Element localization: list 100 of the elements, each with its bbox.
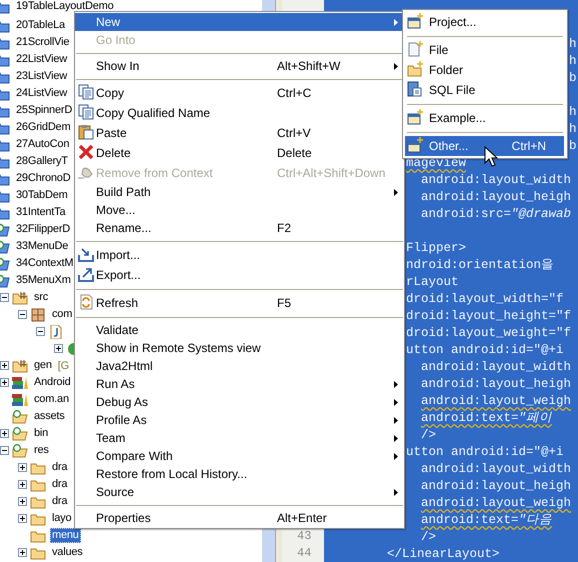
context-menu-item[interactable]: Refresh F5 — [75, 293, 404, 313]
submenu-item[interactable]: Folder — [405, 60, 564, 80]
tree-item[interactable]: 21ScrollVie — [14, 35, 72, 50]
tree-item[interactable]: values — [50, 545, 85, 560]
expand-toggle[interactable] — [18, 480, 27, 489]
folder-icon — [30, 512, 46, 526]
tree-item[interactable]: dra — [50, 477, 70, 492]
context-menu-item[interactable]: Copy Ctrl+C — [75, 83, 404, 103]
context-menu-item[interactable]: New — [75, 13, 404, 31]
context-menu-item[interactable]: Show in Remote Systems view — [75, 339, 404, 357]
tree-item[interactable]: 29ChronoD — [14, 171, 72, 186]
tree-item[interactable]: 28GalleryT — [14, 154, 70, 169]
context-menu-item[interactable]: Build Path — [75, 183, 404, 201]
tree-item[interactable]: 24ListView — [14, 86, 69, 101]
window-sparkle-icon — [407, 108, 423, 124]
submenu-arrow-icon — [394, 453, 398, 460]
submenu-item[interactable]: File — [405, 40, 564, 60]
tree-item-decoration: [G — [58, 360, 69, 372]
code-line: rLayout — [406, 274, 459, 291]
tree-item[interactable]: 33MenuDe — [14, 239, 70, 254]
context-menu-item[interactable]: Restore from Local History... — [75, 465, 404, 483]
code-line: /> — [421, 427, 436, 444]
context-menu-item[interactable]: Show In Alt+Shift+W — [75, 57, 404, 75]
tree-item[interactable]: dra — [50, 494, 70, 509]
submenu-item[interactable]: Other... Ctrl+N — [405, 136, 564, 156]
tree-item[interactable]: dra — [50, 460, 70, 475]
code-line: h — [569, 104, 577, 121]
tree-item[interactable]: 34ContextM — [14, 256, 76, 271]
tree-item[interactable]: 22ListView — [14, 52, 69, 67]
tree-item[interactable]: 31IntentTa — [14, 205, 68, 220]
submenu-arrow-icon — [394, 417, 398, 424]
expand-toggle[interactable] — [0, 429, 9, 438]
tree-item[interactable]: src — [32, 290, 50, 305]
context-menu-item[interactable]: Import... — [75, 245, 404, 265]
code-line: ndroid:orientation을 — [406, 257, 554, 274]
expand-toggle[interactable] — [18, 497, 27, 506]
tree-item[interactable]: 26GridDem — [14, 120, 72, 135]
collapse-toggle[interactable] — [0, 293, 9, 302]
submenu-item[interactable]: Project... — [405, 12, 564, 32]
tray-arrow-icon — [78, 266, 94, 282]
code-line: android:layout_heigh — [421, 189, 572, 206]
context-menu-item[interactable]: Export... — [75, 265, 404, 285]
submenu-arrow-icon — [394, 435, 398, 442]
tree-item[interactable]: 19TableLayoutDemo — [14, 0, 116, 12]
tree-item[interactable]: Android — [32, 375, 73, 390]
code-line: h — [569, 36, 577, 53]
collapse-toggle[interactable] — [0, 446, 9, 455]
context-menu-item[interactable]: Compare With — [75, 447, 404, 465]
folder-icon — [30, 478, 46, 492]
context-menu-item[interactable]: Source — [75, 483, 404, 501]
collapse-toggle[interactable] — [36, 327, 45, 336]
code-line: utton android:id="@+i — [406, 342, 564, 359]
expand-toggle[interactable] — [0, 378, 9, 387]
package-folder-icon — [12, 358, 28, 372]
expand-toggle[interactable] — [18, 548, 27, 557]
context-menu-item[interactable]: Copy Qualified Name — [75, 103, 404, 123]
expand-toggle[interactable] — [18, 514, 27, 523]
tree-item[interactable]: bin — [32, 426, 50, 441]
code-line: android:layout_width — [421, 359, 572, 376]
submenu-item[interactable]: Example... — [405, 108, 564, 128]
context-menu-item[interactable]: Run As — [75, 375, 404, 393]
code-line: utton android:id="@+i — [406, 444, 564, 461]
folder-icon — [30, 494, 46, 508]
tree-item[interactable]: 27AutoCon — [14, 137, 72, 152]
context-menu-item[interactable]: Team — [75, 429, 404, 447]
tree-item[interactable]: com.an — [32, 392, 71, 407]
expand-toggle[interactable] — [0, 361, 9, 370]
context-menu-item[interactable]: Properties Alt+Enter — [75, 509, 404, 527]
expand-toggle[interactable] — [54, 344, 63, 353]
tree-item[interactable]: 20TableLa — [14, 18, 67, 33]
tree-item[interactable]: assets — [32, 409, 67, 424]
context-menu-item[interactable]: Paste Ctrl+V — [75, 123, 404, 143]
context-menu-item[interactable]: Move... — [75, 201, 404, 219]
submenu-item[interactable]: SQL File — [405, 80, 564, 100]
code-line: android:layout_width — [421, 172, 572, 189]
tree-item[interactable]: 35MenuXm — [14, 273, 73, 288]
context-menu-item[interactable]: Debug As — [75, 393, 404, 411]
tree-item[interactable]: 23ListView — [14, 69, 69, 84]
tree-item[interactable]: 30TabDem — [14, 188, 70, 203]
folder-badge-icon — [12, 444, 28, 458]
tree-item[interactable]: 25SpinnerD — [14, 103, 74, 118]
file-sparkle-icon — [407, 40, 423, 56]
tree-item[interactable]: 32FilipperD — [14, 222, 72, 237]
folder-badge-icon — [12, 410, 28, 424]
delete-icon — [78, 144, 94, 160]
context-menu-item[interactable]: Delete Delete — [75, 143, 404, 163]
context-menu-item[interactable]: Validate — [75, 321, 404, 339]
collapse-toggle[interactable] — [18, 310, 27, 319]
tree-item[interactable]: res — [32, 443, 51, 458]
expand-toggle[interactable] — [18, 463, 27, 472]
tree-item[interactable]: com — [50, 307, 74, 322]
tree-item[interactable]: layo — [50, 511, 74, 526]
context-menu-item[interactable]: Rename... F2 — [75, 219, 404, 237]
code-line: h — [569, 53, 577, 70]
tray-arrow-icon — [78, 246, 94, 262]
context-menu-item[interactable]: Java2Html — [75, 357, 404, 375]
context-menu-item[interactable]: Profile As — [75, 411, 404, 429]
code-line: b — [569, 70, 577, 87]
tree-item[interactable]: menu — [50, 528, 81, 543]
tree-item[interactable]: gen — [32, 358, 54, 373]
